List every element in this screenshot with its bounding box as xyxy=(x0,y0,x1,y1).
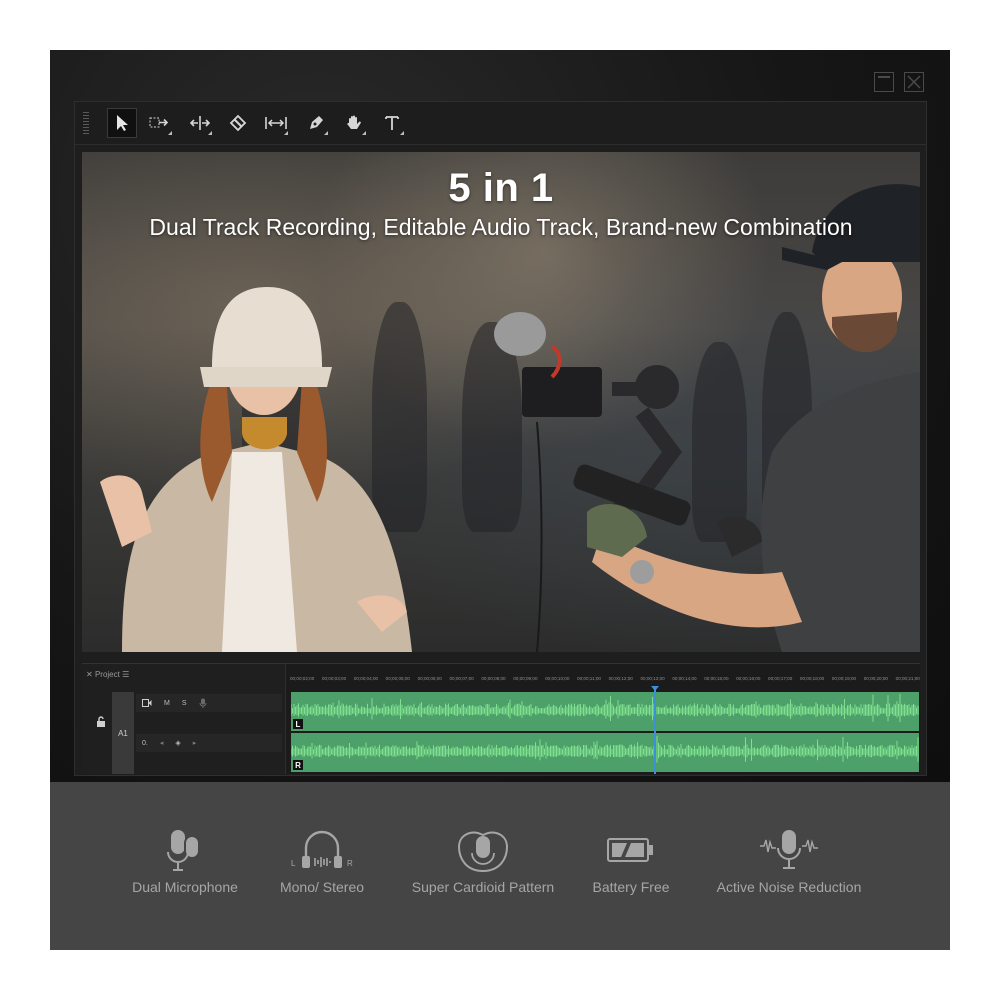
program-monitor: 5 in 1 Dual Track Recording, Editable Au… xyxy=(82,152,920,652)
selection-tool-button[interactable] xyxy=(107,108,137,138)
ruler-timecode: 00;00;09;00 xyxy=(513,676,538,681)
channel-right-label: R xyxy=(293,760,303,770)
feature-bar: Dual Microphone L R Mono/ Stereo Super C… xyxy=(50,782,950,950)
waveform-path xyxy=(291,694,919,722)
feature-label: Super Cardioid Pattern xyxy=(411,879,555,895)
feature-label: Battery Free xyxy=(592,879,670,895)
next-keyframe-icon[interactable]: ▸ xyxy=(193,739,197,747)
ruler-timecode: 00;00;08;00 xyxy=(481,676,506,681)
solo-button[interactable]: S xyxy=(182,700,187,707)
ruler-timecode: 00;00;11;00 xyxy=(577,676,601,681)
pen-icon xyxy=(310,116,323,129)
selection-arrow-icon xyxy=(117,115,128,131)
feature-label: Dual Microphone xyxy=(132,879,238,895)
volume-value[interactable]: 0. xyxy=(142,740,148,747)
close-button[interactable] xyxy=(904,72,924,92)
headphones-icon: L R xyxy=(291,830,353,868)
toolbar-grip[interactable] xyxy=(83,112,89,134)
ruler-timecode: 00;00;07;00 xyxy=(449,676,474,681)
add-keyframe-icon[interactable]: ◈ xyxy=(175,739,180,747)
ruler-timecode: 00;00;17;00 xyxy=(768,676,793,681)
feature-label: Mono/ Stereo xyxy=(279,879,365,895)
channel-left-label: L xyxy=(293,719,303,729)
track-header: ✕ Project ☰ A1 M S 0. ◂ ◈ ▸ xyxy=(82,664,286,774)
feature-battery-free: Battery Free xyxy=(590,827,672,895)
track-controls-row: M S xyxy=(136,694,282,712)
keyframe-controls-row: 0. ◂ ◈ ▸ xyxy=(136,734,282,752)
ripple-edit-icon xyxy=(189,116,211,130)
ripple-edit-tool-button[interactable] xyxy=(185,108,215,138)
cardioid-pattern-icon xyxy=(457,831,509,873)
ruler-timecode: 00;00;12;00 xyxy=(608,676,633,681)
track-target-a1[interactable]: A1 xyxy=(112,692,134,774)
panel-tab-project[interactable]: ✕ Project ☰ xyxy=(86,670,129,679)
hand-tool-button[interactable] xyxy=(339,108,369,138)
feature-active-noise-reduction: Active Noise Reduction xyxy=(712,827,866,895)
voiceover-mic-icon[interactable] xyxy=(199,698,207,708)
submenu-indicator xyxy=(362,131,366,135)
close-tab-icon[interactable]: ✕ xyxy=(86,670,95,679)
prev-keyframe-icon[interactable]: ◂ xyxy=(160,739,164,747)
slip-tool-button[interactable] xyxy=(261,108,291,138)
sync-lock-icon[interactable] xyxy=(142,699,152,707)
ruler-timecode: 00;00;10;00 xyxy=(545,676,570,681)
audio-track-left[interactable]: L xyxy=(291,692,919,731)
waveform-right xyxy=(291,735,919,763)
feature-super-cardioid: Super Cardioid Pattern xyxy=(408,827,558,895)
ruler-timecode: 00;00;20;00 xyxy=(863,676,888,681)
razor-icon xyxy=(229,114,247,132)
submenu-indicator xyxy=(324,131,328,135)
feature-label: Active Noise Reduction xyxy=(716,879,862,895)
feature-mono-stereo: L R Mono/ Stereo xyxy=(274,827,370,895)
track-select-icon xyxy=(149,117,169,128)
maximize-button[interactable] xyxy=(874,72,894,92)
playhead[interactable] xyxy=(654,688,656,774)
editor-window: 5 in 1 Dual Track Recording, Editable Au… xyxy=(74,101,927,776)
dual-microphone-icon xyxy=(167,830,200,871)
hand-icon xyxy=(347,115,361,129)
submenu-indicator xyxy=(168,131,172,135)
ruler-timecode: 00;00;16;00 xyxy=(736,676,761,681)
ruler-timecode: 00;00;19;00 xyxy=(831,676,857,681)
ruler-timecode: 00;00;03;00 xyxy=(321,676,347,681)
type-icon xyxy=(385,116,399,130)
ruler-timecode: 00;00;04;00 xyxy=(353,676,379,681)
ruler-timecode: 00;00;02;00 xyxy=(290,676,315,681)
mute-button[interactable]: M xyxy=(164,700,170,707)
ruler-timecode: 00;00;14;00 xyxy=(672,676,697,681)
submenu-indicator xyxy=(284,131,288,135)
left-mark: L xyxy=(291,859,296,868)
ruler-timecode: 00;00;05;00 xyxy=(385,676,410,681)
lock-icon[interactable] xyxy=(96,716,106,728)
ruler-timecode: 00;00;21;00 xyxy=(895,676,920,681)
close-icon xyxy=(907,75,921,89)
battery-icon xyxy=(607,838,653,862)
toolbar xyxy=(75,102,926,145)
pen-tool-button[interactable] xyxy=(301,108,331,138)
feature-dual-microphone: Dual Microphone xyxy=(130,827,240,895)
right-mark: R xyxy=(347,859,353,868)
waveform-path xyxy=(291,735,919,763)
ruler-timecode: 00;00;15;00 xyxy=(704,676,729,681)
timeline-panel: ✕ Project ☰ A1 M S 0. ◂ ◈ ▸ 00;00;02;00 … xyxy=(82,663,920,774)
product-frame: 5 in 1 Dual Track Recording, Editable Au… xyxy=(50,50,950,950)
slip-icon xyxy=(265,117,287,129)
noise-reduction-icon xyxy=(760,830,818,869)
razor-tool-button[interactable] xyxy=(223,108,253,138)
panel-menu-icon[interactable]: ☰ xyxy=(120,670,129,679)
track-select-tool-button[interactable] xyxy=(145,108,175,138)
ruler-timecode: 00;00;18;00 xyxy=(799,676,825,681)
lock-column xyxy=(82,692,110,774)
preview-subheadline: Dual Track Recording, Editable Audio Tra… xyxy=(149,214,853,240)
type-tool-button[interactable] xyxy=(377,108,407,138)
submenu-indicator xyxy=(208,131,212,135)
panel-tab-label: Project xyxy=(94,670,120,679)
submenu-indicator xyxy=(400,131,404,135)
preview-headline: 5 in 1 xyxy=(448,166,554,210)
time-ruler[interactable]: 00;00;02;00 00;00;03;00 00;00;04;00 00;00;0… xyxy=(290,676,920,690)
audio-track-right[interactable]: R xyxy=(291,733,919,772)
waveform-left xyxy=(291,694,919,722)
ruler-timecode: 00;00;06;00 xyxy=(417,676,442,681)
